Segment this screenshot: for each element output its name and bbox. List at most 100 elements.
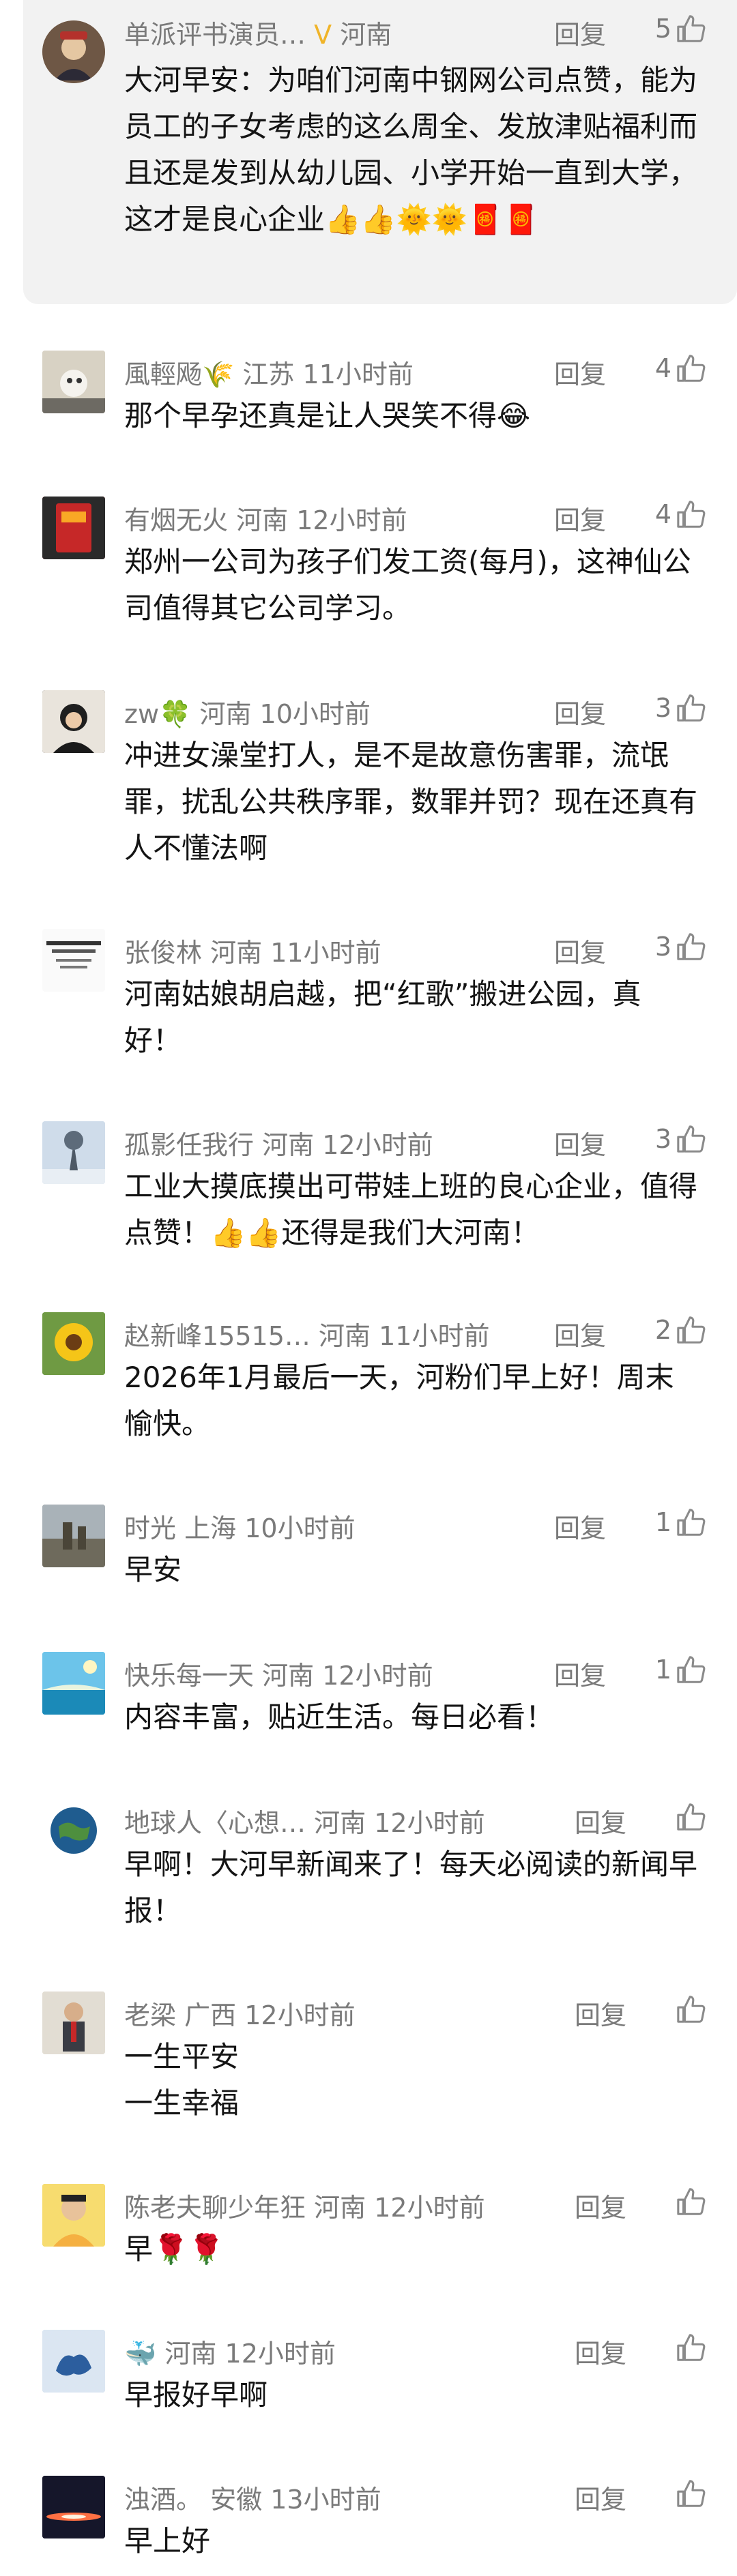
- avatar[interactable]: [42, 2184, 105, 2247]
- comment-time: 10小时前: [259, 699, 371, 729]
- thumbs-up-icon[interactable]: [676, 2187, 707, 2218]
- reply-button[interactable]: 回复: [575, 1994, 626, 2032]
- thumbs-up-icon[interactable]: [676, 1315, 707, 1346]
- avatar-image: [42, 351, 105, 413]
- avatar-image: [42, 1652, 105, 1715]
- comment-text: 2026年1月最后一天，河粉们早上好！周末愉快。: [124, 1361, 674, 1440]
- avatar-image: [42, 20, 105, 83]
- like-count: 4: [654, 353, 671, 383]
- reply-button[interactable]: 回复: [554, 932, 606, 969]
- reply-button[interactable]: 回复: [554, 14, 606, 51]
- avatar[interactable]: [42, 2476, 105, 2538]
- comment-text: 早上好: [124, 2524, 211, 2558]
- comment-text: 内容丰富，贴近生活。每日必看！: [124, 1700, 555, 1734]
- avatar[interactable]: [42, 690, 105, 753]
- commenter-name[interactable]: 时光 上海 10小时前: [124, 1507, 356, 1545]
- thumbs-up-icon[interactable]: [676, 1655, 707, 1686]
- thumbs-up-icon[interactable]: [676, 499, 707, 531]
- comment-text: 早啊！大河早新闻来了！每天必阅读的新闻早报！: [124, 1848, 698, 1927]
- avatar[interactable]: [42, 1652, 105, 1715]
- comment-text: 大河早安：为咱们河南中钢网公司点赞，能为员工的子女考虑的这么周全、发放津贴福利而…: [124, 63, 698, 236]
- avatar-image: [42, 929, 105, 992]
- commenter-location: 河南: [340, 20, 392, 50]
- comment-text: 郑州一公司为孩子们发工资(每月)，这神仙公司值得其它公司学习。: [124, 545, 691, 625]
- avatar[interactable]: [42, 929, 105, 992]
- like-count: 5: [654, 14, 671, 44]
- comment-time: 10小时前: [244, 1513, 356, 1543]
- reply-button[interactable]: 回复: [575, 2333, 626, 2370]
- comment-time: 12小时前: [322, 1130, 433, 1160]
- avatar-image: [42, 2184, 105, 2247]
- avatar[interactable]: [42, 351, 105, 413]
- commenter-name[interactable]: 🐳 河南 12小时前: [124, 2333, 336, 2370]
- commenter-name[interactable]: 快乐每一天 河南 12小时前: [124, 1655, 433, 1692]
- commenter-name[interactable]: 陈老夫聊少年狂 河南 12小时前: [124, 2187, 485, 2224]
- commenter-location: 河南: [199, 699, 252, 729]
- thumbs-up-icon[interactable]: [676, 693, 707, 724]
- comment-time: 12小时前: [322, 1661, 433, 1691]
- commenter-name[interactable]: 张俊林 河南 11小时前: [124, 932, 381, 969]
- avatar[interactable]: [42, 1505, 105, 1567]
- comment-time: 13小时前: [270, 2485, 381, 2515]
- like-count: 3: [654, 1124, 671, 1154]
- avatar[interactable]: [42, 1992, 105, 2054]
- commenter-location: 河南: [314, 2193, 366, 2223]
- commenter-name[interactable]: 地球人〈心想… 河南 12小时前: [124, 1802, 485, 1839]
- avatar[interactable]: [42, 1799, 105, 1862]
- commenter-location: 广西: [184, 2000, 237, 2030]
- avatar-image: [42, 690, 105, 753]
- reply-button[interactable]: 回复: [575, 1802, 626, 1839]
- comment-text: 早报好早啊: [124, 2378, 268, 2412]
- commenter-name[interactable]: 赵新峰15515… 河南 11小时前: [124, 1315, 489, 1352]
- commenter-name[interactable]: 浊酒。 安徽 13小时前: [124, 2478, 381, 2516]
- reply-button[interactable]: 回复: [554, 1124, 606, 1161]
- commenter-name[interactable]: 有烟无火 河南 12小时前: [124, 499, 407, 537]
- commenter-location: 河南: [164, 2339, 217, 2369]
- like-count: 1: [654, 1507, 671, 1537]
- thumbs-up-icon[interactable]: [676, 353, 707, 385]
- avatar[interactable]: [42, 1121, 105, 1184]
- commenter-name[interactable]: 单派评书演员… Ⅴ 河南: [124, 14, 392, 51]
- thumbs-up-icon[interactable]: [676, 1994, 707, 2026]
- reply-button[interactable]: 回复: [554, 693, 606, 730]
- avatar-image: [42, 1312, 105, 1375]
- like-count: 2: [654, 1315, 671, 1345]
- reply-button[interactable]: 回复: [554, 1655, 606, 1692]
- reply-button[interactable]: 回复: [554, 353, 606, 391]
- reply-button[interactable]: 回复: [554, 1315, 606, 1352]
- thumbs-up-icon[interactable]: [676, 1124, 707, 1155]
- thumbs-up-icon[interactable]: [676, 2333, 707, 2364]
- comment-time: 12小时前: [244, 2000, 356, 2030]
- comment-time: 11小时前: [302, 359, 414, 389]
- avatar[interactable]: [42, 1312, 105, 1375]
- avatar-image: [42, 1505, 105, 1567]
- commenter-name[interactable]: 孤影任我行 河南 12小时前: [124, 1124, 433, 1161]
- comment-time: 12小时前: [225, 2339, 336, 2369]
- commenter-location: 河南: [314, 1808, 366, 1838]
- avatar-image: [42, 1121, 105, 1184]
- commenter-name[interactable]: zw🍀 河南 10小时前: [124, 693, 371, 730]
- avatar-image: [42, 1799, 105, 1862]
- vip-badge-icon: Ⅴ: [314, 20, 332, 50]
- reply-button[interactable]: 回复: [554, 499, 606, 537]
- commenter-name[interactable]: 老梁 广西 12小时前: [124, 1994, 356, 2032]
- like-count: 3: [654, 693, 671, 723]
- thumbs-up-icon[interactable]: [676, 1507, 707, 1539]
- thumbs-up-icon[interactable]: [676, 14, 707, 45]
- commenter-location: 河南: [318, 1321, 371, 1351]
- thumbs-up-icon[interactable]: [676, 2478, 707, 2510]
- comment-text: 早安: [124, 1553, 182, 1586]
- comment-text: 那个早孕还真是让人哭笑不得😂: [124, 399, 531, 432]
- avatar-image: [42, 2330, 105, 2393]
- reply-button[interactable]: 回复: [575, 2187, 626, 2224]
- thumbs-up-icon[interactable]: [676, 1802, 707, 1833]
- like-count: 4: [654, 499, 671, 529]
- reply-button[interactable]: 回复: [575, 2478, 626, 2516]
- reply-button[interactable]: 回复: [554, 1507, 606, 1545]
- avatar[interactable]: [42, 2330, 105, 2393]
- avatar[interactable]: [42, 20, 105, 83]
- commenter-name[interactable]: 風輕飏🌾 江苏 11小时前: [124, 353, 414, 391]
- thumbs-up-icon[interactable]: [676, 932, 707, 963]
- avatar[interactable]: [42, 497, 105, 559]
- like-count: 3: [654, 932, 671, 962]
